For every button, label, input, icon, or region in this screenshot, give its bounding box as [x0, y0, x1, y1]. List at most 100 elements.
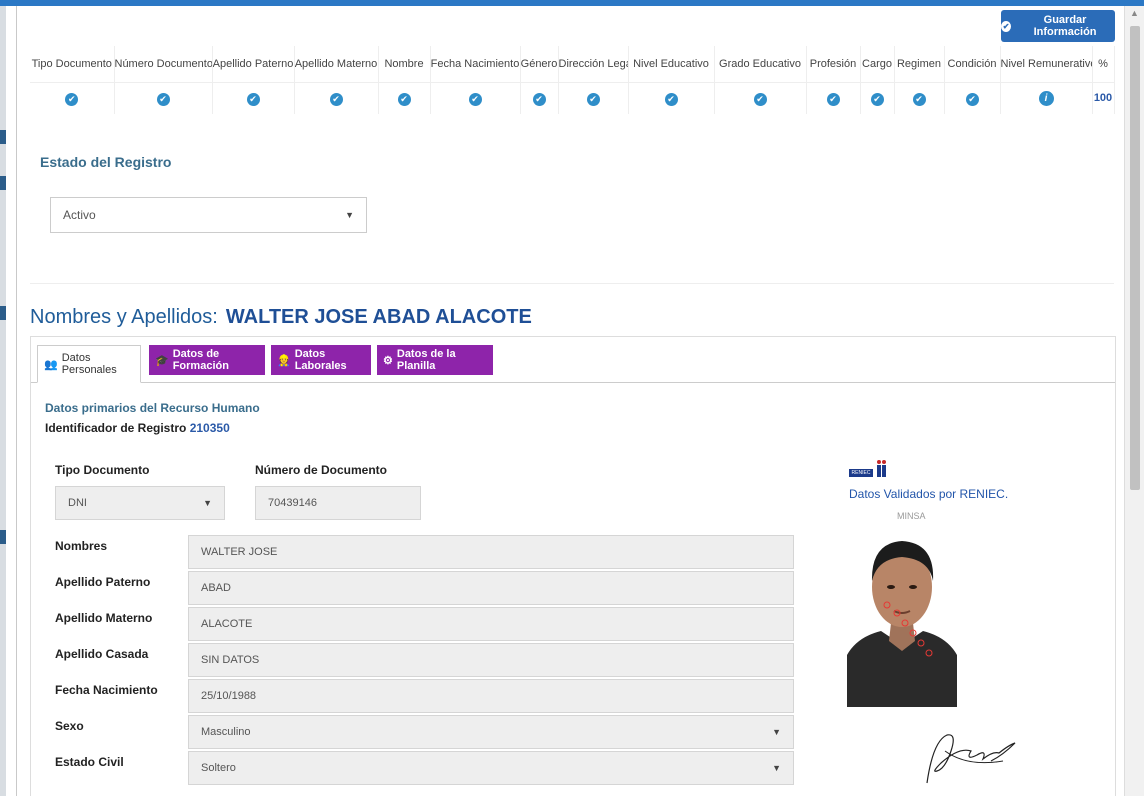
check-circle-icon: ✔ [753, 92, 767, 106]
users-icon: 👥 [44, 358, 58, 371]
person-full-name: WALTER JOSE ABAD ALACOTE [225, 306, 532, 328]
status-column-header: Apellido Materno [294, 46, 379, 82]
field-value: SIN DATOS [201, 654, 260, 666]
status-cell: ✔ [860, 81, 895, 114]
status-cell: ✔ [430, 81, 521, 114]
status-cell: i [1000, 81, 1093, 114]
chevron-down-icon: ▼ [772, 763, 781, 773]
status-column-header: Fecha Nacimiento [430, 46, 521, 82]
scroll-up-icon[interactable]: ▲ [1130, 8, 1139, 18]
numero-documento-value: 70439146 [268, 497, 317, 509]
field-label: Sexo [55, 719, 84, 733]
status-column-header: Apellido Paterno [212, 46, 295, 82]
field-value: ALACOTE [201, 618, 253, 630]
person-detail-panel: 👥 Datos Personales 🎓 Datos de Formación … [30, 336, 1116, 796]
field-label: Apellido Paterno [55, 575, 151, 589]
check-circle-icon: ✔ [664, 92, 678, 106]
reniec-logo: RENIEC [849, 459, 893, 481]
field-label: Fecha Nacimiento [55, 683, 158, 697]
tab-datos-planilla[interactable]: ⚙ Datos de la Planilla [377, 345, 493, 375]
chevron-down-icon: ▼ [772, 727, 781, 737]
status-header-row: Tipo Documento Número Documento Apellido P… [30, 46, 1115, 82]
reniec-figure-icon [877, 460, 886, 477]
tab-datos-personales[interactable]: 👥 Datos Personales [37, 345, 141, 383]
status-column-header: Dirección Legal [558, 46, 629, 82]
save-info-button[interactable]: ✔ Guardar Información [1001, 10, 1115, 42]
status-column-header: Nivel Educativo [628, 46, 715, 82]
field-value: 25/10/1988 [201, 690, 257, 702]
field-select[interactable]: Soltero ▼ [188, 751, 794, 785]
completion-status-table: Tipo Documento Número Documento Apellido P… [30, 46, 1115, 114]
tab-datos-formacion[interactable]: 🎓 Datos de Formación [149, 345, 265, 375]
person-name-heading: Nombres y Apellidos: WALTER JOSE ABAD ALA… [30, 306, 532, 329]
left-frame-line [16, 6, 17, 796]
status-cell: ✔ [114, 81, 213, 114]
tab-label: Datos Personales [61, 352, 117, 376]
status-cell: ✔ [30, 81, 115, 114]
gear-icon: ⚙ [383, 354, 393, 367]
person-name-label: Nombres y Apellidos: [30, 306, 218, 328]
status-column-header: Profesión [806, 46, 861, 82]
check-circle-icon: ✔ [65, 92, 79, 106]
field-select[interactable]: Masculino ▼ [188, 715, 794, 749]
field-input[interactable]: ALACOTE [188, 607, 794, 641]
status-cell: ✔ [628, 81, 715, 114]
check-circle-icon: ✔ [156, 92, 170, 106]
field-label: Nombres [55, 539, 108, 553]
vertical-scrollbar[interactable]: ▲ [1124, 6, 1144, 796]
registro-id-value: 210350 [189, 421, 230, 435]
status-cell: ✔ [558, 81, 629, 114]
status-column-header: % [1092, 46, 1115, 82]
person-photo: MINSA [847, 505, 957, 707]
estado-registro-select[interactable]: Activo ▼ [50, 197, 367, 233]
completion-percent: 100 [1092, 81, 1115, 114]
field-label: Apellido Materno [55, 611, 153, 625]
section-title: Datos primarios del Recurso Humano [45, 401, 260, 415]
check-circle-icon: ✔ [870, 92, 884, 106]
top-accent-bar [0, 0, 1144, 6]
field-value: Soltero [201, 762, 236, 774]
status-cell: ✔ [378, 81, 431, 114]
field-input[interactable]: 25/10/1988 [188, 679, 794, 713]
check-circle-icon: ✔ [468, 92, 482, 106]
tab-label: Datos de Formación [172, 348, 229, 372]
status-column-header: Condición [944, 46, 1001, 82]
status-column-header: Cargo [860, 46, 895, 82]
worker-icon: 👷 [277, 354, 291, 367]
reniec-validated-text: Datos Validados por RENIEC. [849, 487, 1009, 501]
status-column-header: Tipo Documento [30, 46, 115, 82]
status-column-header: Número Documento [114, 46, 213, 82]
chevron-down-icon: ▼ [345, 210, 354, 220]
save-info-label: Guardar Información [1033, 14, 1097, 38]
field-input[interactable]: WALTER JOSE [188, 535, 794, 569]
check-circle-icon: ✔ [329, 92, 343, 106]
field-label: Apellido Casada [55, 647, 149, 661]
left-edge-strip [0, 6, 6, 796]
status-cell: ✔ [806, 81, 861, 114]
tab-bar: 👥 Datos Personales 🎓 Datos de Formación … [31, 337, 1115, 383]
tipo-documento-select[interactable]: DNI ▼ [55, 486, 225, 520]
registro-identifier: Identificador de Registro 210350 [45, 421, 230, 435]
check-circle-icon: ✔ [826, 92, 840, 106]
check-circle-icon: ✔ [397, 92, 411, 106]
status-column-header: Nivel Remunerativo [1000, 46, 1093, 82]
tab-datos-laborales[interactable]: 👷 Datos Laborales [271, 345, 371, 375]
field-input[interactable]: SIN DATOS [188, 643, 794, 677]
field-value: ABAD [201, 582, 231, 594]
signature-image [926, 734, 1016, 784]
check-circle-icon: ✔ [965, 92, 979, 106]
photo-watermark: MINSA [897, 511, 926, 521]
status-column-header: Regimen [894, 46, 945, 82]
check-circle-icon: ✔ [586, 92, 600, 106]
field-label: Estado Civil [55, 755, 124, 769]
estado-registro-title: Estado del Registro [40, 154, 172, 170]
numero-documento-field[interactable]: 70439146 [255, 486, 421, 520]
field-input[interactable]: ABAD [188, 571, 794, 605]
scrollbar-thumb[interactable] [1130, 26, 1140, 490]
tab-label: Datos de la Planilla [396, 348, 456, 372]
status-cell: ✔ [714, 81, 807, 114]
graduation-icon: 🎓 [155, 354, 169, 367]
info-icon[interactable]: i [1038, 91, 1054, 107]
check-circle-icon: ✔ [532, 92, 546, 106]
tab-label: Datos Laborales [294, 348, 347, 372]
